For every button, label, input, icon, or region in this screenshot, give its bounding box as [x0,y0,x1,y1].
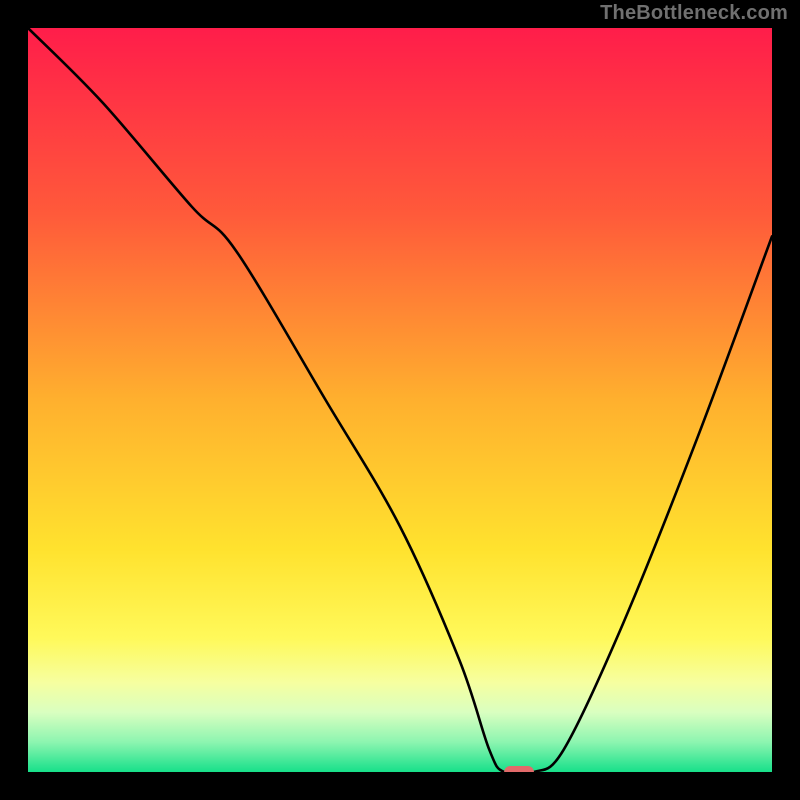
plot-area [28,28,772,772]
chart-frame: TheBottleneck.com [0,0,800,800]
optimum-marker [504,766,534,772]
gradient-background [28,28,772,772]
watermark-text: TheBottleneck.com [600,2,788,25]
chart-svg [28,28,772,772]
